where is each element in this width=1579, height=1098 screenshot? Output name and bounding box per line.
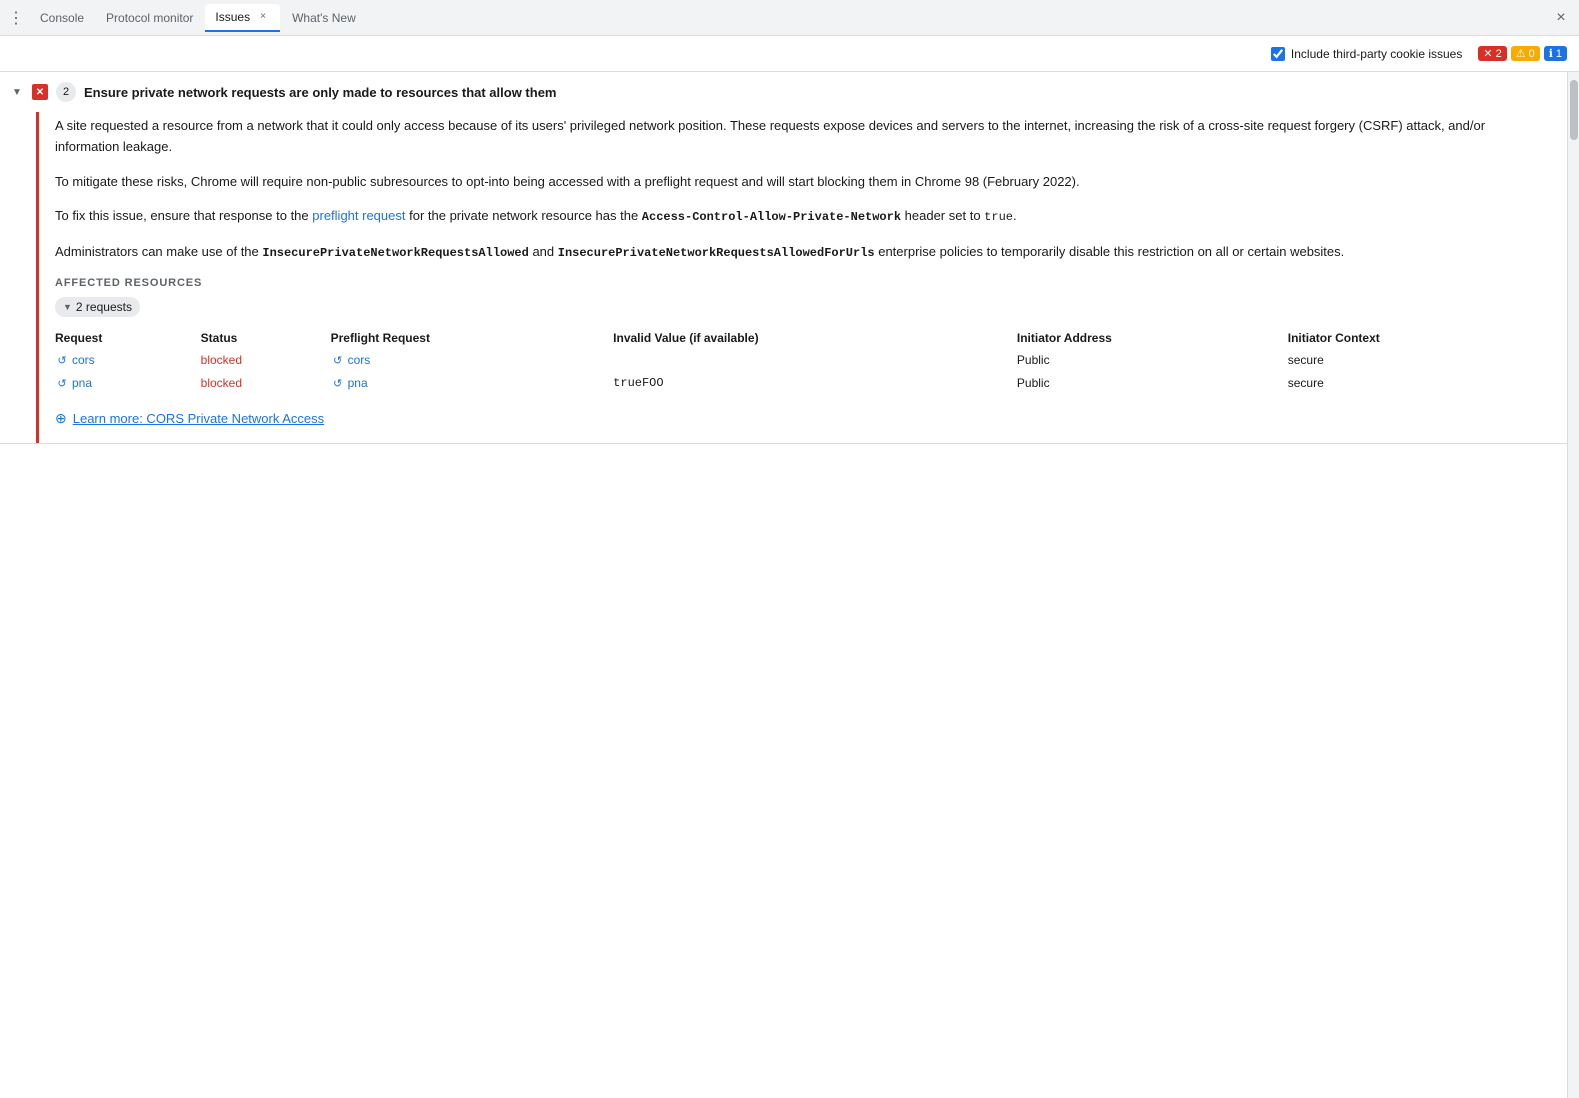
row2-request-link[interactable]: ↺ pna bbox=[55, 376, 92, 390]
issue-paragraph-1: A site requested a resource from a netwo… bbox=[55, 116, 1551, 158]
warn-badge-icon: ⚠ bbox=[1516, 47, 1526, 60]
error-badge-icon: ✕ bbox=[1483, 47, 1492, 60]
row1-request: ↺ cors bbox=[55, 349, 201, 372]
col-header-preflight: Preflight Request bbox=[331, 327, 614, 349]
drag-handle-icon[interactable]: ⋮ bbox=[4, 0, 28, 36]
paragraph4-code1: InsecurePrivateNetworkRequestsAllowed bbox=[262, 246, 528, 260]
tab-protocol-monitor-label: Protocol monitor bbox=[106, 11, 193, 25]
row2-status-label: blocked bbox=[201, 376, 242, 390]
info-badge-count: 1 bbox=[1556, 48, 1562, 60]
issue-count-badge: 2 bbox=[56, 82, 76, 102]
col-header-initiator-ctx: Initiator Context bbox=[1288, 327, 1551, 349]
paragraph3-pre: To fix this issue, ensure that response … bbox=[55, 208, 312, 223]
paragraph4-mid: and bbox=[529, 244, 558, 259]
row1-preflight: ↺ cors bbox=[331, 349, 614, 372]
learn-more-row: ⊕ Learn more: CORS Private Network Acces… bbox=[55, 410, 1551, 427]
issue-error-icon: ✕ bbox=[32, 84, 48, 100]
row2-preflight-icon: ↺ bbox=[331, 376, 345, 390]
preflight-request-link[interactable]: preflight request bbox=[312, 208, 405, 223]
col-header-invalid: Invalid Value (if available) bbox=[613, 327, 1017, 349]
row1-initiator-ctx: secure bbox=[1288, 349, 1551, 372]
row2-invalid-value-code: trueFOO bbox=[613, 376, 663, 390]
info-badge: ℹ 1 bbox=[1544, 46, 1567, 61]
row2-status: blocked bbox=[201, 371, 331, 394]
scrollbar-track[interactable] bbox=[1567, 72, 1579, 1098]
tab-console[interactable]: Console bbox=[30, 4, 94, 32]
tab-issues[interactable]: Issues × bbox=[205, 4, 280, 32]
close-devtools-button[interactable]: × bbox=[1547, 4, 1575, 32]
paragraph3-code1: Access-Control-Allow-Private-Network bbox=[642, 210, 901, 224]
toolbar: Include third-party cookie issues ✕ 2 ⚠ … bbox=[0, 36, 1579, 72]
tab-protocol-monitor[interactable]: Protocol monitor bbox=[96, 4, 203, 32]
third-party-cookie-label: Include third-party cookie issues bbox=[1291, 47, 1462, 61]
col-header-initiator-addr: Initiator Address bbox=[1017, 327, 1288, 349]
issue-body: A site requested a resource from a netwo… bbox=[36, 112, 1567, 443]
resources-table: Request Status Preflight Request Invalid… bbox=[55, 327, 1551, 395]
paragraph3-post: header set to bbox=[901, 208, 984, 223]
issue-header[interactable]: ▼ ✕ 2 Ensure private network requests ar… bbox=[0, 72, 1567, 112]
issue-paragraph-2: To mitigate these risks, Chrome will req… bbox=[55, 172, 1551, 193]
row2-request-label: pna bbox=[72, 376, 92, 390]
tab-whats-new-label: What's New bbox=[292, 11, 356, 25]
row2-invalid-value: trueFOO bbox=[613, 371, 1017, 394]
col-header-status: Status bbox=[201, 327, 331, 349]
affected-resources-label: AFFECTED RESOURCES bbox=[55, 277, 1551, 289]
row2-preflight-link[interactable]: ↺ pna bbox=[331, 376, 368, 390]
row1-initiator-addr: Public bbox=[1017, 349, 1288, 372]
row1-preflight-label: cors bbox=[348, 353, 371, 367]
issue-title: Ensure private network requests are only… bbox=[84, 85, 556, 100]
table-row: ↺ cors blocked ↺ cors bbox=[55, 349, 1551, 372]
row2-preflight-label: pna bbox=[348, 376, 368, 390]
warn-badge: ⚠ 0 bbox=[1511, 46, 1540, 61]
row2-request: ↺ pna bbox=[55, 371, 201, 394]
paragraph4-pre: Administrators can make use of the bbox=[55, 244, 262, 259]
issue-description: A site requested a resource from a netwo… bbox=[55, 116, 1551, 263]
row1-preflight-icon: ↺ bbox=[331, 353, 345, 367]
row2-initiator-addr: Public bbox=[1017, 371, 1288, 394]
paragraph3-code2: true bbox=[984, 210, 1013, 224]
tab-issues-label: Issues bbox=[215, 10, 250, 24]
paragraph4-code2: InsecurePrivateNetworkRequestsAllowedFor… bbox=[558, 246, 875, 260]
scrollbar-thumb[interactable] bbox=[1570, 80, 1578, 140]
error-badge: ✕ 2 bbox=[1478, 46, 1506, 61]
row2-preflight: ↺ pna bbox=[331, 371, 614, 394]
issues-panel[interactable]: ▼ ✕ 2 Ensure private network requests ar… bbox=[0, 72, 1567, 1098]
tab-whats-new[interactable]: What's New bbox=[282, 4, 366, 32]
row1-status-label: blocked bbox=[201, 353, 242, 367]
row1-preflight-link[interactable]: ↺ cors bbox=[331, 353, 371, 367]
row1-request-icon: ↺ bbox=[55, 353, 69, 367]
learn-more-link[interactable]: Learn more: CORS Private Network Access bbox=[73, 411, 324, 426]
third-party-cookie-checkbox[interactable] bbox=[1271, 47, 1285, 61]
badge-group: ✕ 2 ⚠ 0 ℹ 1 bbox=[1478, 46, 1567, 61]
learn-more-arrow-icon: ⊕ bbox=[55, 410, 67, 427]
main-content: ▼ ✕ 2 Ensure private network requests ar… bbox=[0, 72, 1579, 1098]
tab-bar: ⋮ Console Protocol monitor Issues × What… bbox=[0, 0, 1579, 36]
row1-request-link[interactable]: ↺ cors bbox=[55, 353, 95, 367]
table-row: ↺ pna blocked ↺ pna bbox=[55, 371, 1551, 394]
third-party-cookie-checkbox-label[interactable]: Include third-party cookie issues bbox=[1271, 47, 1462, 61]
row2-request-icon: ↺ bbox=[55, 376, 69, 390]
requests-toggle-chevron-icon: ▼ bbox=[63, 302, 72, 312]
issue-group: ▼ ✕ 2 Ensure private network requests ar… bbox=[0, 72, 1567, 444]
error-badge-count: 2 bbox=[1496, 48, 1502, 60]
row1-request-label: cors bbox=[72, 353, 95, 367]
paragraph3-end: . bbox=[1013, 208, 1017, 223]
warn-badge-count: 0 bbox=[1529, 48, 1535, 60]
requests-toggle[interactable]: ▼ 2 requests bbox=[55, 297, 140, 317]
issue-paragraph-3: To fix this issue, ensure that response … bbox=[55, 206, 1551, 227]
issue-paragraph-4: Administrators can make use of the Insec… bbox=[55, 242, 1551, 263]
issue-chevron-icon[interactable]: ▼ bbox=[12, 87, 24, 98]
paragraph4-post: enterprise policies to temporarily disab… bbox=[875, 244, 1345, 259]
paragraph3-mid: for the private network resource has the bbox=[406, 208, 642, 223]
row2-initiator-ctx: secure bbox=[1288, 371, 1551, 394]
info-badge-icon: ℹ bbox=[1549, 47, 1553, 60]
col-header-request: Request bbox=[55, 327, 201, 349]
row1-invalid-value bbox=[613, 349, 1017, 372]
row1-status: blocked bbox=[201, 349, 331, 372]
tab-console-label: Console bbox=[40, 11, 84, 25]
requests-toggle-label: 2 requests bbox=[76, 300, 132, 314]
tab-issues-close-icon[interactable]: × bbox=[256, 10, 270, 24]
